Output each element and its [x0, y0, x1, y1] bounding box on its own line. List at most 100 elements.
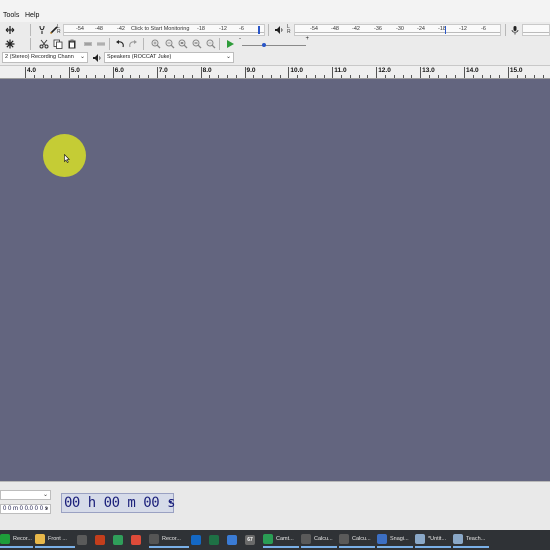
taskbar-item-label: *Untit...	[428, 536, 447, 542]
record-level-marker	[258, 26, 260, 34]
notebook-icon	[415, 534, 425, 544]
taskbar-item-label: Camt...	[276, 536, 294, 542]
taskbar-item[interactable]: Teach...	[453, 532, 489, 548]
playback-device-select[interactable]: Speakers (ROCCAT Juke) ⌄	[104, 52, 234, 63]
speed-slider-thumb[interactable]	[262, 43, 267, 47]
taskbar-item[interactable]	[209, 532, 225, 548]
selection-time-field[interactable]: 0 0 m 0 0.0 0 0 s ▾	[0, 504, 51, 514]
mic-volume-slider[interactable]	[522, 24, 550, 36]
playback-meter[interactable]: -54 -48 -42 -36 -30 -24 -18 -12 -6	[294, 24, 501, 36]
speaker-icon	[91, 52, 102, 63]
ruler-minor-tick	[104, 75, 106, 78]
speaker-icon[interactable]	[273, 24, 284, 35]
ruler-minor-tick	[499, 75, 501, 78]
ruler-major-tick	[464, 67, 465, 78]
outlook-icon	[191, 535, 201, 545]
ruler-minor-tick	[218, 75, 220, 78]
ruler-minor-tick	[349, 75, 351, 78]
taskbar-item[interactable]: *Untit...	[415, 532, 451, 548]
recording-channels-select[interactable]: 2 (Stereo) Recording Chann ⌄	[2, 52, 88, 63]
timeline-ruler[interactable]: 4.0 5.0 6.0 7.0 8.0 9.0 10.0 11.0 12.0 13.0 14.0 15…	[0, 66, 550, 79]
ruler-minor-tick	[139, 75, 141, 78]
taskbar-item-label: Calcu...	[352, 536, 371, 542]
taskbar-item-label: Recor...	[13, 536, 32, 542]
taskbar-item[interactable]: Front ...	[35, 532, 75, 548]
taskbar-item[interactable]	[113, 532, 129, 548]
camtasia-recorder-icon	[149, 534, 159, 544]
ruler-minor-tick	[393, 75, 395, 78]
ruler-minor-tick	[437, 75, 439, 78]
selection-tool-icon[interactable]	[4, 24, 15, 35]
audio-position-value: 00 h 00 m 00 s	[64, 495, 176, 511]
cut-icon[interactable]	[38, 38, 49, 49]
notification-icon: 67	[245, 535, 255, 545]
pen-icon	[227, 535, 237, 545]
ruler-minor-tick	[60, 75, 62, 78]
snap-to-select[interactable]: ⌄	[0, 490, 51, 500]
zoom-out-icon[interactable]	[164, 38, 175, 49]
ruler-minor-tick	[253, 75, 255, 78]
selection-time-value: 0 0 m 0 0.0 0 0 s	[3, 506, 48, 512]
taskbar-item[interactable]: Camt...	[263, 532, 299, 548]
fit-selection-icon[interactable]	[177, 38, 188, 49]
taskbar-item[interactable]	[131, 532, 147, 548]
multi-tool-icon[interactable]	[4, 38, 15, 49]
taskbar-item[interactable]	[95, 532, 111, 548]
envelope-tool-icon[interactable]	[36, 24, 47, 35]
ruler-minor-tick	[367, 75, 369, 78]
device-toolbar: 2 (Stereo) Recording Chann ⌄ Speakers (R…	[0, 51, 550, 66]
ruler-minor-tick	[262, 75, 264, 78]
taskbar-item[interactable]: Snagi...	[377, 532, 413, 548]
ruler-minor-tick	[209, 75, 211, 78]
taskbar-item-label: Front ...	[48, 536, 67, 542]
taskbar-item[interactable]: Recor...	[0, 532, 33, 548]
ruler-minor-tick	[402, 75, 404, 78]
taskbar-item[interactable]: Recor...	[149, 532, 189, 548]
silence-audio-icon[interactable]	[95, 38, 106, 49]
track-area[interactable]	[0, 79, 550, 481]
taskbar-item-label: Recor...	[162, 536, 181, 542]
audio-position-display[interactable]: 00 h 00 m 00 s ▾	[61, 493, 176, 513]
play-at-speed-slider[interactable]: - +	[238, 36, 310, 51]
ruler-major-tick	[507, 67, 509, 78]
taskbar-item-label: Teach...	[466, 536, 486, 542]
ruler-major-tick	[376, 67, 378, 78]
ruler-minor-tick	[428, 75, 430, 78]
copy-icon[interactable]	[52, 38, 63, 49]
recording-channels-value: 2 (Stereo) Recording Chann	[5, 54, 74, 60]
paste-icon[interactable]	[66, 38, 77, 49]
redo-icon[interactable]	[127, 38, 138, 49]
taskbar-item[interactable]: Calcu...	[339, 532, 375, 548]
taskbar-item[interactable]	[191, 532, 207, 548]
ruler-major-tick	[288, 67, 290, 78]
ruler-minor-tick	[323, 75, 325, 78]
ruler-major-tick	[25, 67, 26, 78]
play-at-speed-icon[interactable]	[224, 38, 235, 49]
ruler-label: 11.0	[334, 67, 347, 74]
microphone-icon[interactable]	[509, 24, 520, 35]
ruler-minor-tick	[130, 75, 132, 78]
fit-project-icon[interactable]	[191, 38, 202, 49]
ruler-minor-tick	[481, 75, 483, 78]
zoom-in-icon[interactable]	[150, 38, 161, 49]
trim-audio-icon[interactable]	[82, 38, 93, 49]
recording-meter[interactable]: -54 -48 -42 Click to Start Monitoring -1…	[63, 24, 265, 36]
ruler-minor-tick	[472, 75, 474, 78]
taskbar-item[interactable]: 67	[245, 532, 261, 548]
ruler-label: 8.0	[202, 67, 212, 74]
zoom-toggle-icon[interactable]	[205, 38, 216, 49]
menu-help[interactable]: Help	[25, 12, 39, 19]
menu-tools[interactable]: Tools	[3, 12, 19, 19]
ruler-label: 6.0	[114, 67, 124, 74]
ruler-minor-tick	[226, 75, 228, 78]
speed-plus-label: +	[305, 36, 309, 42]
chevron-down-icon: ▾	[168, 500, 172, 506]
ruler-label: 14.0	[466, 67, 479, 74]
ruler-minor-tick	[411, 75, 413, 78]
calculator-icon	[77, 535, 87, 545]
taskbar-item[interactable]	[77, 532, 93, 548]
taskbar-item[interactable]	[227, 532, 243, 548]
ruler-label: 10.0	[290, 67, 304, 74]
taskbar-item[interactable]: Calcu...	[301, 532, 337, 548]
undo-icon[interactable]	[114, 38, 125, 49]
